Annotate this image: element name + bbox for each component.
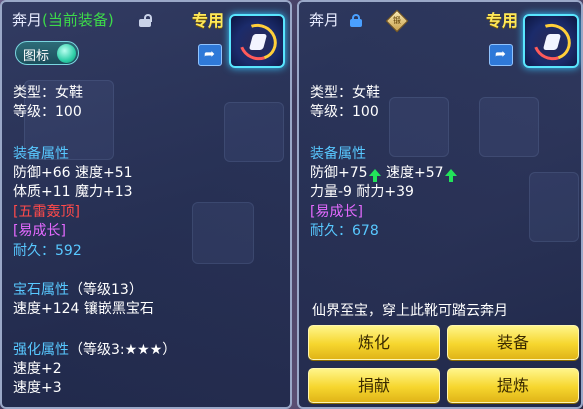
- item-level: 等级：100: [310, 104, 379, 120]
- icon-toggle[interactable]: 图标: [15, 41, 79, 65]
- strengthen-line: 速度+2: [13, 361, 62, 377]
- durability: 耐久：592: [13, 242, 82, 260]
- toggle-knob: [57, 44, 76, 63]
- strengthen-level: （等级3:★★★）: [69, 342, 177, 358]
- special-effect: [易成长]: [310, 204, 363, 220]
- strengthen-heading: 强化属性: [13, 342, 69, 358]
- item-title: 奔月: [309, 10, 339, 30]
- attr-spd: 速度+57: [386, 165, 444, 181]
- item-name: 奔月: [12, 11, 43, 29]
- background-item-slot: [224, 102, 284, 162]
- background-item-slot: [192, 202, 254, 264]
- gem-line: 速度+124 镶嵌黑宝石: [13, 301, 154, 317]
- share-button[interactable]: ➦: [489, 44, 513, 66]
- item-name: 奔月: [309, 11, 340, 29]
- equipped-item-tooltip: 奔月(当前装备) 专用 图标 ➦ 类型：女鞋 等级：100 装备属性 防御+66…: [0, 0, 292, 409]
- exclusive-label: 专用: [192, 11, 225, 30]
- item-title: 奔月(当前装备): [12, 10, 114, 30]
- attr-line: 防御+66 速度+51: [13, 165, 133, 181]
- share-button[interactable]: ➦: [198, 44, 222, 66]
- forge-diamond-icon: 锻: [385, 9, 409, 33]
- item-type: 类型：女鞋: [13, 85, 83, 101]
- item-boots-icon: [523, 14, 579, 68]
- item-description: 仙界至宝，穿上此靴可踏云奔月: [312, 303, 508, 319]
- refine-button[interactable]: 炼化: [308, 325, 440, 360]
- durability-label: 耐久：: [13, 243, 55, 259]
- durability-label: 耐久：: [310, 223, 352, 239]
- donate-button[interactable]: 捐献: [308, 368, 440, 403]
- lock-icon[interactable]: [139, 14, 152, 27]
- item-type: 类型：女鞋: [310, 85, 380, 101]
- item-level: 等级：100: [13, 104, 82, 120]
- durability-value: 592: [55, 243, 82, 259]
- stat-up-arrow-icon: [368, 169, 381, 182]
- icon-toggle-label: 图标: [23, 49, 50, 64]
- equip-attr-heading: 装备属性: [310, 146, 366, 162]
- strengthen-line: 速度+3: [13, 380, 62, 396]
- special-effect: [易成长]: [13, 223, 66, 239]
- lock-blue-icon[interactable]: [350, 14, 362, 27]
- compare-item-tooltip: 奔月 锻 专用 ➦ 类型：女鞋 等级：100 装备属性 防御+75 速度+57 …: [297, 0, 583, 409]
- stat-up-arrow-icon: [444, 169, 457, 182]
- current-equipped-label: (当前装备): [42, 11, 114, 29]
- background-item-slot: [389, 97, 449, 157]
- share-icon: ➦: [495, 47, 506, 62]
- gem-attr-heading-row: 宝石属性（等级13）: [13, 281, 143, 299]
- extract-button[interactable]: 提炼: [447, 368, 579, 403]
- attr-line: 体质+11 魔力+13: [13, 184, 133, 200]
- equip-button[interactable]: 装备: [447, 325, 579, 360]
- background-item-slot: [479, 97, 539, 157]
- exclusive-label: 专用: [486, 11, 519, 30]
- attr-line: 防御+75 速度+57: [310, 164, 458, 182]
- durability-value: 678: [352, 223, 379, 239]
- item-boots-icon: [229, 14, 285, 68]
- gem-attr-heading: 宝石属性: [13, 282, 69, 298]
- attr-line: 力量-9 耐力+39: [310, 184, 414, 200]
- special-skill: [五雷轰顶]: [13, 204, 80, 220]
- share-icon: ➦: [204, 47, 215, 62]
- background-item-slot: [529, 172, 579, 242]
- durability: 耐久：678: [310, 222, 379, 240]
- attr-def: 防御+75: [310, 165, 368, 181]
- strengthen-heading-row: 强化属性（等级3:★★★）: [13, 341, 176, 359]
- equip-attr-heading: 装备属性: [13, 146, 69, 162]
- gem-level: （等级13）: [69, 282, 143, 298]
